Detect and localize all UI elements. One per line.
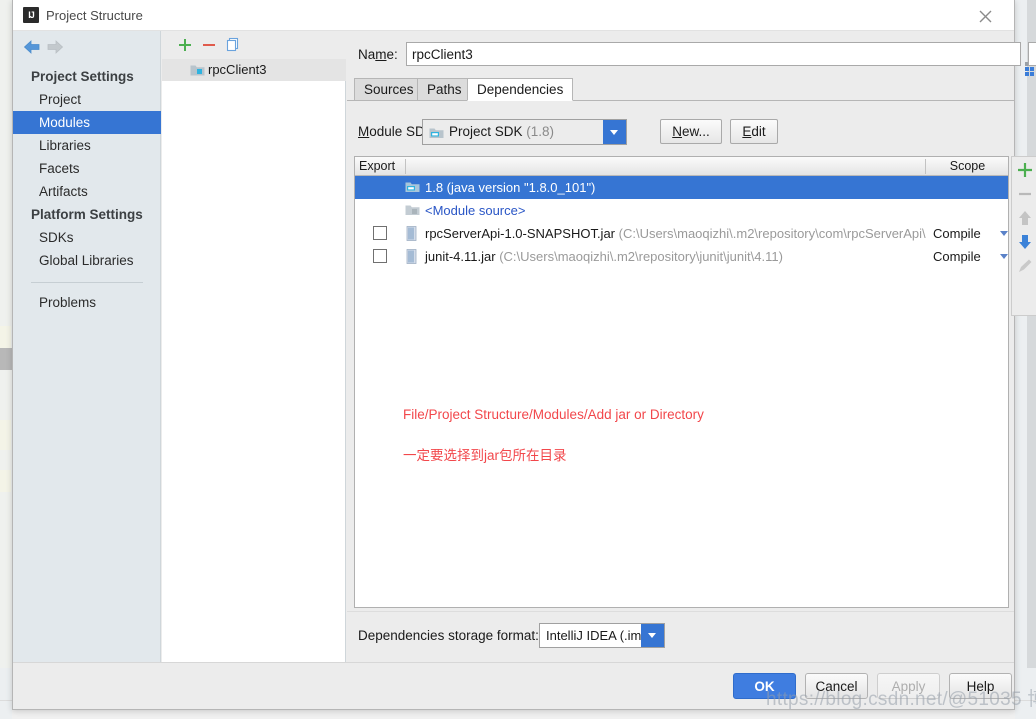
sidebar-list: Project Settings Project Modules Librari… [13,65,161,314]
annotation-text-note: 一定要选择到jar包所在目录 [403,448,567,463]
background-tab-mark [0,420,11,450]
cancel-button[interactable]: Cancel [805,673,868,699]
table-cell-scope[interactable]: Compile [933,222,981,245]
sidebar-item-sdks[interactable]: SDKs [13,226,161,249]
window-title: Project Structure [46,8,143,23]
sdk-folder-icon [429,126,444,143]
close-icon[interactable] [966,0,1006,30]
dependencies-side-toolbar [1011,156,1036,316]
dialog-titlebar: IJ Project Structure [13,0,1014,31]
modules-panel: rpcClient3 [162,31,346,662]
modules-toolbar [162,31,346,59]
column-header-scope[interactable]: Scope [926,157,1009,175]
module-folder-icon [190,63,205,80]
arrow-right-icon[interactable] [46,40,64,54]
new-sdk-button[interactable]: New... [660,119,722,144]
tab-dependencies[interactable]: Dependencies [467,78,574,101]
dependencies-table: Export Scope 1.8 (java version "1.8.0_10… [354,156,1009,608]
sidebar-item-global-libraries[interactable]: Global Libraries [13,249,161,272]
list-item-label: rpcClient3 [208,62,267,77]
chevron-down-icon[interactable] [603,120,626,144]
ok-button[interactable]: OK [733,673,796,699]
module-sdk-combobox[interactable]: Project SDK (1.8) [422,119,627,145]
table-cell-name: rpcServerApi-1.0-SNAPSHOT.jar (C:\Users\… [425,226,926,241]
sidebar-divider [31,282,143,283]
table-row[interactable]: junit-4.11.jar (C:\Users\maoqizhi\.m2\re… [355,245,1008,268]
tab-underline [347,100,1014,101]
copy-icon[interactable] [224,36,242,54]
chevron-down-icon[interactable] [1000,254,1008,259]
sidebar-group-platform-settings: Platform Settings [31,207,143,222]
export-checkbox[interactable] [373,226,387,240]
annotation-text-path: File/Project Structure/Modules/Add jar o… [403,407,704,422]
sidebar-item-problems[interactable]: Problems [13,291,161,314]
export-checkbox[interactable] [373,249,387,263]
remove-dependency-button[interactable] [1015,184,1035,204]
column-separator[interactable] [405,159,406,174]
storage-format-label: Dependencies storage format: [358,628,539,643]
move-up-button[interactable] [1015,208,1035,228]
footer-divider [347,611,1014,612]
sidebar-item-facets[interactable]: Facets [13,157,161,180]
table-body: 1.8 (java version "1.8.0_101") <Module s… [355,176,1008,607]
sidebar-item-libraries[interactable]: Libraries [13,134,161,157]
apply-button[interactable]: Apply [877,673,940,699]
dialog-footer: OK Cancel Apply Help [13,662,1014,709]
jar-file-icon [405,226,418,244]
table-header: Export Scope [355,157,1008,176]
module-sdk-value: Project SDK (1.8) [449,124,555,139]
storage-format-value: IntelliJ IDEA (.iml) [546,628,649,643]
add-dependency-button[interactable] [1015,160,1035,180]
chevron-down-icon[interactable] [641,624,664,647]
table-row[interactable]: rpcServerApi-1.0-SNAPSHOT.jar (C:\Users\… [355,222,1008,245]
name-input-overflow [1028,42,1036,66]
project-structure-dialog: IJ Project Structure Project Settings Pr [12,0,1036,710]
storage-format-combobox[interactable]: IntelliJ IDEA (.iml) [539,623,665,648]
sidebar-item-modules[interactable]: Modules [13,111,161,134]
background-right-gutter [1027,0,1036,719]
table-cell-name: junit-4.11.jar (C:\Users\maoqizhi\.m2\re… [425,249,783,264]
module-name-input[interactable] [406,42,1021,66]
sidebar-group-project-settings: Project Settings [31,69,134,84]
plus-icon[interactable] [176,36,194,54]
module-editor-panel: Name: Sources Paths Dependencies Module … [347,31,1036,662]
table-row[interactable]: 1.8 (java version "1.8.0_101") [355,176,1008,199]
sidebar-item-artifacts[interactable]: Artifacts [13,180,161,203]
module-source-folder-icon [405,203,420,220]
background-tab-mark [0,470,11,492]
table-cell-name: <Module source> [425,203,526,218]
list-item[interactable]: rpcClient3 [162,59,346,81]
chevron-down-icon[interactable] [1000,231,1008,236]
tab-sources[interactable]: Sources [354,78,424,101]
sidebar-item-project[interactable]: Project [13,88,161,111]
intellij-idea-icon: IJ [23,7,39,23]
sdk-folder-icon [405,180,420,197]
tab-paths[interactable]: Paths [417,78,472,101]
jar-file-icon [405,249,418,267]
pencil-icon[interactable] [1015,256,1035,276]
name-label: Name: [358,47,398,62]
column-header-export[interactable]: Export [359,157,395,175]
settings-sidebar: Project Settings Project Modules Librari… [13,31,161,662]
table-row[interactable]: <Module source> [355,199,1008,222]
help-button[interactable]: Help [949,673,1012,699]
edit-sdk-button[interactable]: Edit [730,119,778,144]
minus-icon[interactable] [200,36,218,54]
move-down-button[interactable] [1015,232,1035,252]
table-cell-scope[interactable]: Compile [933,245,981,268]
sidebar-toolbar [13,31,161,61]
table-cell-name: 1.8 (java version "1.8.0_101") [425,180,596,195]
arrow-left-icon[interactable] [23,40,41,54]
background-scroll-thumb [0,348,12,370]
